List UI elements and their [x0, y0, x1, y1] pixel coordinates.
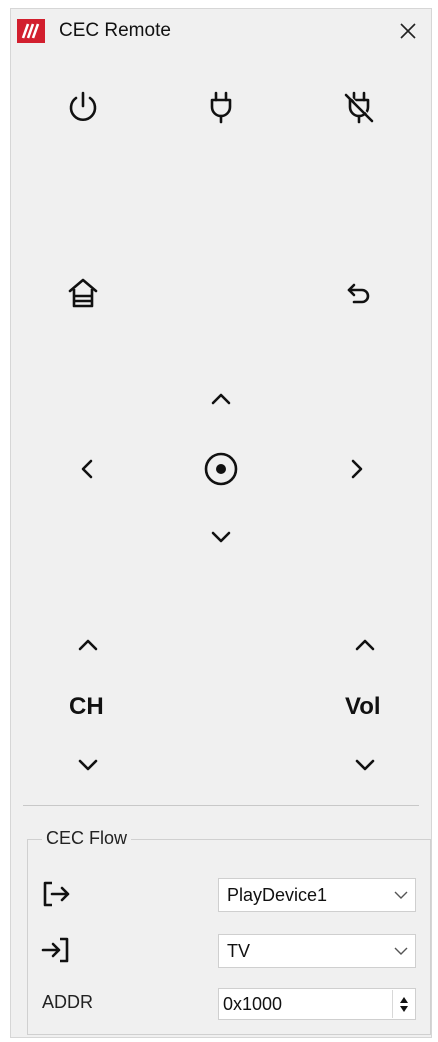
- volume-label: Vol: [345, 693, 381, 720]
- close-icon: [400, 23, 416, 39]
- chevron-down-icon: [211, 531, 231, 543]
- chevron-down-icon: [387, 891, 415, 900]
- plug-off-icon: [344, 91, 374, 124]
- source-device-value: PlayDevice1: [227, 884, 328, 905]
- source-device-select[interactable]: PlayDevice1: [218, 878, 416, 912]
- chevron-up-icon: [355, 639, 375, 651]
- plug-icon: [210, 91, 232, 124]
- spin-up-icon[interactable]: [400, 996, 408, 1003]
- sign-out-icon: [40, 878, 72, 910]
- chevron-up-icon: [78, 639, 98, 651]
- volume-down-button[interactable]: [337, 737, 393, 793]
- target-device-value: TV: [227, 940, 251, 961]
- title-bar: CEC Remote: [11, 9, 431, 53]
- sign-in-icon: [40, 934, 72, 966]
- dpad-down-button[interactable]: [193, 509, 249, 565]
- chevron-left-icon: [81, 459, 93, 479]
- power-button[interactable]: [55, 79, 111, 135]
- back-arrow-icon: [347, 283, 370, 304]
- chevron-down-icon: [387, 947, 415, 956]
- dpad-right-button[interactable]: [329, 441, 385, 497]
- power-icon: [69, 91, 97, 121]
- window-title: CEC Remote: [59, 20, 171, 41]
- record-circle-icon: [204, 452, 238, 486]
- app-logo-icon: [17, 19, 45, 43]
- addr-label: ADDR: [42, 992, 94, 1012]
- close-button[interactable]: [385, 9, 431, 53]
- cec-remote-window: CEC Remote CH Vol CEC Flow PlayDevice1 T…: [10, 8, 432, 1038]
- home-icon: [68, 278, 98, 308]
- spin-buttons[interactable]: [392, 990, 415, 1018]
- cec-flow-title: CEC Flow: [42, 828, 132, 849]
- spin-down-icon[interactable]: [400, 1005, 408, 1012]
- unplug-button[interactable]: [331, 79, 387, 135]
- plug-button[interactable]: [193, 79, 249, 135]
- chevron-right-icon: [351, 459, 363, 479]
- chevron-down-icon: [78, 759, 98, 771]
- dpad-left-button[interactable]: [59, 441, 115, 497]
- chevron-up-icon: [211, 393, 231, 405]
- dpad-up-button[interactable]: [193, 371, 249, 427]
- section-divider: [23, 805, 419, 806]
- channel-up-button[interactable]: [60, 617, 116, 673]
- channel-down-button[interactable]: [60, 737, 116, 793]
- cec-flow-group: CEC Flow PlayDevice1 TV ADDR 0x1000: [27, 828, 431, 1035]
- addr-value: 0x1000: [223, 993, 283, 1014]
- channel-label: CH: [69, 693, 104, 720]
- volume-up-button[interactable]: [337, 617, 393, 673]
- dpad-ok-button[interactable]: [193, 441, 249, 497]
- chevron-down-icon: [355, 759, 375, 771]
- back-button[interactable]: [331, 265, 387, 321]
- addr-spinbox[interactable]: 0x1000: [218, 988, 416, 1020]
- home-button[interactable]: [55, 265, 111, 321]
- target-device-select[interactable]: TV: [218, 934, 416, 968]
